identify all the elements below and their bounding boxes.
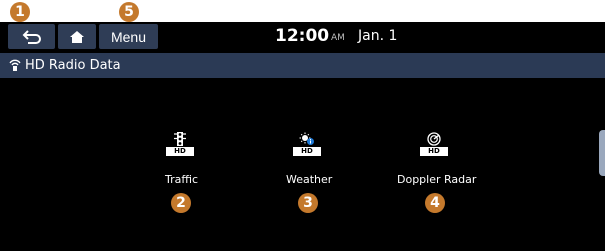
callout-1: 1 [10, 2, 30, 22]
doppler-radar-label: Doppler Radar [397, 173, 477, 186]
am-pm: AM [331, 33, 345, 43]
callout-2: 2 [171, 193, 191, 213]
traffic-light-icon [174, 132, 186, 146]
radar-icon [427, 132, 441, 146]
side-panel-handle[interactable] [599, 130, 605, 176]
menu-label: Menu [110, 28, 147, 45]
traffic-item[interactable]: HD Traffic [150, 132, 210, 192]
menu-button[interactable]: Menu [99, 24, 158, 49]
hd-badge: HD [420, 147, 448, 156]
back-button[interactable] [8, 24, 55, 49]
weather-icon [299, 132, 314, 145]
callout-5: 5 [119, 2, 139, 22]
weather-label: Weather [286, 173, 333, 186]
callout-4: 4 [425, 193, 445, 213]
weather-item[interactable]: HD Weather [277, 132, 337, 192]
head-unit-screen: Menu 12:00 AM Jan. 1 HD Radio Data HD Tr… [0, 22, 605, 251]
hd-badge: HD [166, 147, 194, 156]
radio-data-icon [9, 59, 21, 71]
callout-3: 3 [298, 193, 318, 213]
traffic-label: Traffic [165, 173, 199, 186]
page-title: HD Radio Data [25, 58, 121, 73]
title-bar: HD Radio Data [0, 53, 605, 78]
back-arrow-icon [22, 29, 41, 44]
doppler-radar-item[interactable]: HD Doppler Radar [397, 132, 476, 192]
clock: 12:00 [275, 26, 330, 46]
home-icon [70, 30, 84, 43]
date: Jan. 1 [358, 28, 398, 44]
hd-badge: HD [293, 147, 321, 156]
home-button[interactable] [58, 24, 96, 49]
status-bar: Menu 12:00 AM Jan. 1 [0, 22, 605, 52]
